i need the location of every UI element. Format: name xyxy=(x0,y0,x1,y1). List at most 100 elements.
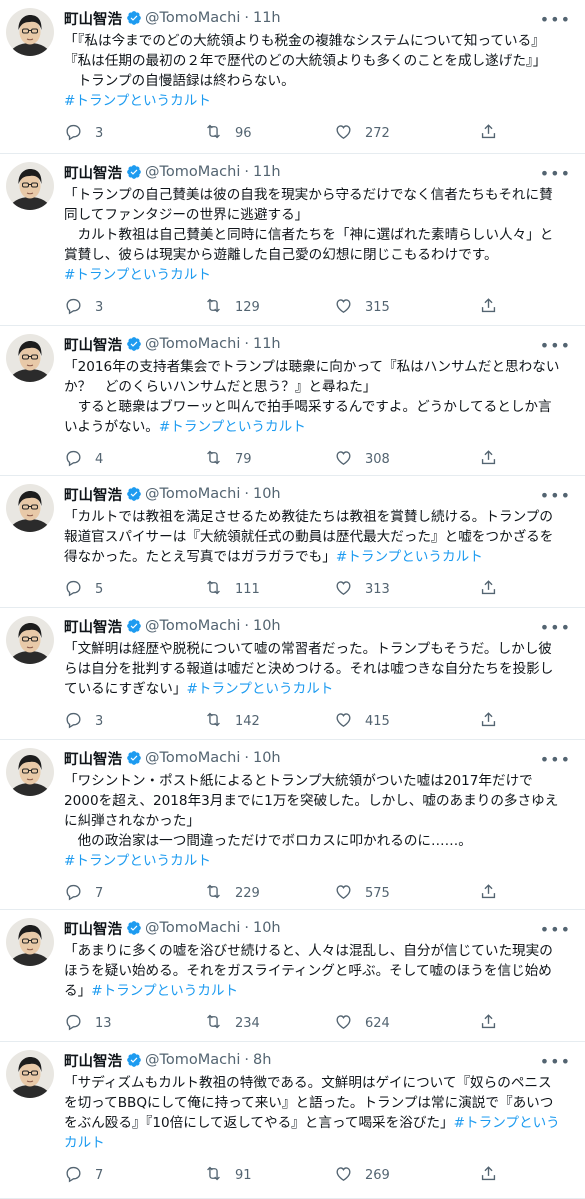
share-button[interactable] xyxy=(479,578,519,601)
like-button[interactable]: 269 xyxy=(334,1164,479,1187)
reply-button[interactable]: 7 xyxy=(64,1164,204,1187)
hashtag-link[interactable]: #トランプというカルト xyxy=(64,851,571,871)
more-icon[interactable]: ••• xyxy=(540,750,571,769)
hashtag-link[interactable]: #トランプというカルト xyxy=(64,91,571,111)
more-icon[interactable]: ••• xyxy=(540,336,571,355)
share-button[interactable] xyxy=(479,710,519,733)
user-handle[interactable]: @TomoMachi xyxy=(145,486,240,502)
tweet[interactable]: 町山智浩 @TomoMachi · 11h ••• 「トランプの自己賛美は彼の自… xyxy=(0,154,585,326)
display-name[interactable]: 町山智浩 xyxy=(64,1050,122,1071)
tweet-body: 「文鮮明は経歴や脱税について嘘の常習者だった。トランプもそうだ。しかし彼 らは自分… xyxy=(64,639,571,699)
reply-button[interactable]: 3 xyxy=(64,710,204,733)
like-button[interactable]: 313 xyxy=(334,578,479,601)
verified-badge-icon xyxy=(126,618,142,634)
reply-button[interactable]: 4 xyxy=(64,448,204,471)
like-button[interactable]: 272 xyxy=(334,122,479,145)
share-button[interactable] xyxy=(479,122,519,145)
hashtag-link[interactable]: #トランプというカルト xyxy=(64,265,571,285)
hashtag-link[interactable]: #トランプというカルト xyxy=(336,549,483,565)
heart-icon xyxy=(334,296,353,319)
display-name[interactable]: 町山智浩 xyxy=(64,918,122,939)
reply-button[interactable]: 7 xyxy=(64,882,204,905)
tweet[interactable]: 町山智浩 @TomoMachi · 11h ••• 「2016年の支持者集会でト… xyxy=(0,326,585,476)
user-handle[interactable]: @TomoMachi xyxy=(145,1052,240,1068)
retweet-button[interactable]: 234 xyxy=(204,1012,334,1035)
like-button[interactable]: 575 xyxy=(334,882,479,905)
avatar[interactable] xyxy=(6,748,54,796)
share-button[interactable] xyxy=(479,1012,519,1035)
display-name[interactable]: 町山智浩 xyxy=(64,334,122,355)
timestamp[interactable]: 10h xyxy=(253,750,281,766)
tweet-text-line: トランプの自慢語録は終わらない。 xyxy=(64,73,295,89)
avatar[interactable] xyxy=(6,1050,54,1098)
timestamp[interactable]: 11h xyxy=(253,164,281,180)
user-handle[interactable]: @TomoMachi xyxy=(145,920,240,936)
retweet-button[interactable]: 142 xyxy=(204,710,334,733)
separator-dot: · xyxy=(244,618,249,634)
more-icon[interactable]: ••• xyxy=(540,164,571,183)
more-icon[interactable]: ••• xyxy=(540,486,571,505)
tweet[interactable]: 町山智浩 @TomoMachi · 11h ••• 「『私は今までのどの大統領よ… xyxy=(0,0,585,154)
more-icon[interactable]: ••• xyxy=(540,10,571,29)
timestamp[interactable]: 8h xyxy=(253,1052,271,1068)
retweet-button[interactable]: 129 xyxy=(204,296,334,319)
retweet-button[interactable]: 79 xyxy=(204,448,334,471)
timestamp[interactable]: 10h xyxy=(253,920,281,936)
tweet-body: 「サディズムもカルト教祖の特徴である。文鮮明はゲイについて『奴らのペニス を切って… xyxy=(64,1073,571,1153)
like-count: 269 xyxy=(365,1167,390,1183)
hashtag-link[interactable]: #トランプというカルト xyxy=(186,681,333,697)
avatar[interactable] xyxy=(6,334,54,382)
display-name[interactable]: 町山智浩 xyxy=(64,748,122,769)
share-button[interactable] xyxy=(479,296,519,319)
timestamp[interactable]: 10h xyxy=(253,486,281,502)
more-icon[interactable]: ••• xyxy=(540,920,571,939)
avatar[interactable] xyxy=(6,484,54,532)
share-button[interactable] xyxy=(479,448,519,471)
more-icon[interactable]: ••• xyxy=(540,1052,571,1071)
tweet[interactable]: 町山智浩 @TomoMachi · 10h ••• 「文鮮明は経歴や脱税について… xyxy=(0,608,585,740)
share-button[interactable] xyxy=(479,882,519,905)
avatar[interactable] xyxy=(6,8,54,56)
tweet-line: いようがない。#トランプというカルト xyxy=(64,417,571,437)
retweet-button[interactable]: 111 xyxy=(204,578,334,601)
like-button[interactable]: 315 xyxy=(334,296,479,319)
user-handle[interactable]: @TomoMachi xyxy=(145,10,240,26)
display-name[interactable]: 町山智浩 xyxy=(64,616,122,637)
like-button[interactable]: 308 xyxy=(334,448,479,471)
avatar[interactable] xyxy=(6,918,54,966)
tweet[interactable]: 町山智浩 @TomoMachi · 10h ••• 「あまりに多くの嘘を浴びせ続… xyxy=(0,910,585,1042)
hashtag-link-continuation[interactable]: カルト xyxy=(64,1133,571,1153)
like-button[interactable]: 624 xyxy=(334,1012,479,1035)
tweet-header: 町山智浩 @TomoMachi · 11h xyxy=(64,8,571,28)
hashtag-link[interactable]: #トランプという xyxy=(454,1115,560,1131)
retweet-button[interactable]: 91 xyxy=(204,1164,334,1187)
reply-button[interactable]: 13 xyxy=(64,1012,204,1035)
avatar[interactable] xyxy=(6,616,54,664)
more-icon[interactable]: ••• xyxy=(540,618,571,637)
user-handle[interactable]: @TomoMachi xyxy=(145,336,240,352)
user-handle[interactable]: @TomoMachi xyxy=(145,618,240,634)
reply-button[interactable]: 5 xyxy=(64,578,204,601)
timestamp[interactable]: 11h xyxy=(253,336,281,352)
share-icon xyxy=(479,578,498,601)
retweet-button[interactable]: 96 xyxy=(204,122,334,145)
tweet[interactable]: 町山智浩 @TomoMachi · 8h ••• 「サディズムもカルト教祖の特徴… xyxy=(0,1042,585,1199)
tweet-actions: 7 229 575 xyxy=(64,875,571,911)
timestamp[interactable]: 10h xyxy=(253,618,281,634)
display-name[interactable]: 町山智浩 xyxy=(64,162,122,183)
tweet[interactable]: 町山智浩 @TomoMachi · 10h ••• 「カルトでは教祖を満足させる… xyxy=(0,476,585,608)
hashtag-link[interactable]: #トランプというカルト xyxy=(91,983,238,999)
display-name[interactable]: 町山智浩 xyxy=(64,484,122,505)
reply-button[interactable]: 3 xyxy=(64,122,204,145)
user-handle[interactable]: @TomoMachi xyxy=(145,750,240,766)
display-name[interactable]: 町山智浩 xyxy=(64,8,122,29)
share-button[interactable] xyxy=(479,1164,519,1187)
tweet[interactable]: 町山智浩 @TomoMachi · 10h ••• 「ワシントン・ポスト紙による… xyxy=(0,740,585,910)
timestamp[interactable]: 11h xyxy=(253,10,281,26)
retweet-button[interactable]: 229 xyxy=(204,882,334,905)
hashtag-link[interactable]: #トランプというカルト xyxy=(159,419,306,435)
avatar[interactable] xyxy=(6,162,54,210)
user-handle[interactable]: @TomoMachi xyxy=(145,164,240,180)
like-button[interactable]: 415 xyxy=(334,710,479,733)
reply-button[interactable]: 3 xyxy=(64,296,204,319)
